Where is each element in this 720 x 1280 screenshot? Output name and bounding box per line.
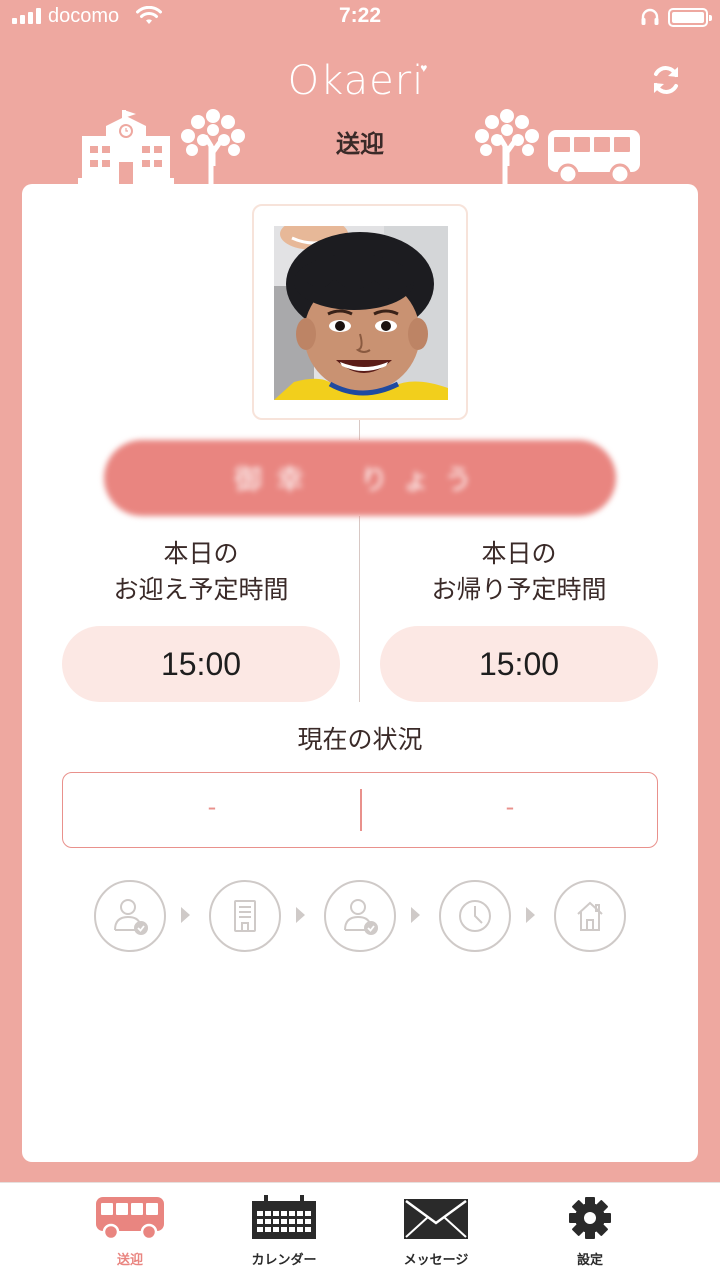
current-status-title: 現在の状況 bbox=[297, 725, 423, 754]
progress-steps bbox=[94, 880, 634, 952]
main-card: 御幸 りょう 本日の お迎え予定時間 15:00 本日の お帰り予定時間 15:… bbox=[22, 184, 698, 1162]
headphones-icon bbox=[641, 8, 659, 25]
child-photo bbox=[274, 226, 448, 400]
step-arrow-icon bbox=[526, 907, 535, 923]
bus-icon bbox=[96, 1197, 164, 1241]
pickup-label-line2: お迎え予定時間 bbox=[113, 575, 289, 604]
app-logo: Okaeri♥ bbox=[287, 58, 429, 104]
step-arrow-icon bbox=[181, 907, 190, 923]
battery-icon bbox=[668, 8, 712, 27]
return-label-line2: お帰り予定時間 bbox=[431, 575, 607, 604]
pickup-time-label: 本日の お迎え予定時間 bbox=[36, 536, 366, 608]
tab-messages-label: メッセージ bbox=[403, 1253, 469, 1268]
tab-calendar[interactable]: カレンダー bbox=[204, 1183, 364, 1280]
return-time-label: 本日の お帰り予定時間 bbox=[354, 536, 684, 608]
refresh-icon[interactable] bbox=[648, 62, 684, 98]
status-bar: docomo 7:22 bbox=[0, 0, 720, 40]
person-check-icon bbox=[324, 880, 396, 952]
page-title: 送迎 bbox=[336, 130, 384, 158]
tab-pickup-label: 送迎 bbox=[116, 1253, 143, 1268]
status-time: 7:22 bbox=[338, 4, 382, 27]
return-time[interactable]: 15:00 bbox=[380, 626, 658, 702]
calendar-icon bbox=[252, 1195, 316, 1239]
tab-settings-label: 設定 bbox=[576, 1253, 603, 1268]
house-icon bbox=[554, 880, 626, 952]
tab-bar: 送迎 カレンダー メッセージ 設定 bbox=[0, 1182, 720, 1280]
tab-messages[interactable]: メッセージ bbox=[356, 1183, 516, 1280]
pickup-time[interactable]: 15:00 bbox=[62, 626, 340, 702]
gear-icon bbox=[569, 1197, 611, 1239]
return-label-line1: 本日の bbox=[481, 539, 557, 568]
person-check-icon bbox=[94, 880, 166, 952]
tab-calendar-label: カレンダー bbox=[251, 1253, 317, 1268]
envelope-icon bbox=[404, 1199, 468, 1239]
step-arrow-icon bbox=[296, 907, 305, 923]
child-photo-frame bbox=[252, 204, 468, 420]
building-icon bbox=[209, 880, 281, 952]
child-name: 御幸 りょう bbox=[104, 440, 616, 516]
status-right-value: - bbox=[505, 793, 515, 821]
clock-icon bbox=[439, 880, 511, 952]
tab-pickup[interactable]: 送迎 bbox=[50, 1183, 210, 1280]
current-status-box: - - bbox=[62, 772, 658, 848]
step-arrow-icon bbox=[411, 907, 420, 923]
pickup-label-line1: 本日の bbox=[163, 539, 239, 568]
tab-settings[interactable]: 設定 bbox=[510, 1183, 670, 1280]
divider-line bbox=[359, 420, 360, 440]
status-left-value: - bbox=[207, 793, 217, 821]
